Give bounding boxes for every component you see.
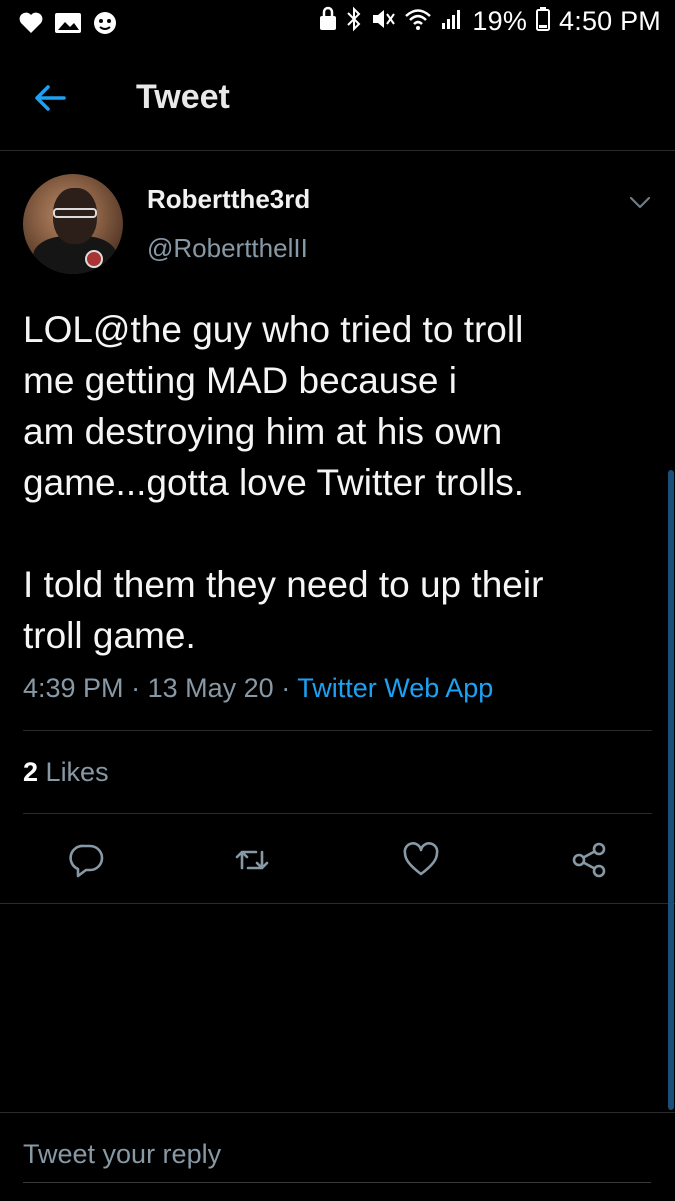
page-title: Tweet (136, 78, 230, 116)
author-display-name[interactable]: Robertthe3rd (147, 184, 310, 215)
share-icon[interactable] (569, 840, 609, 880)
reply-bar: Tweet your reply (0, 1112, 675, 1201)
tweet-source-link[interactable]: Twitter Web App (297, 673, 493, 703)
battery-icon (535, 6, 551, 37)
tweet-date: 13 May 20 (147, 673, 274, 703)
wifi-icon (404, 7, 432, 36)
status-time: 4:50 PM (559, 6, 661, 36)
meta-separator: · (281, 673, 291, 703)
likes-count[interactable]: 2 Likes (23, 757, 109, 788)
mute-icon (370, 7, 396, 36)
divider (0, 903, 675, 904)
status-left-icons (18, 10, 118, 41)
meta-separator: · (131, 673, 141, 703)
retweet-icon[interactable] (232, 840, 272, 880)
reply-icon[interactable] (67, 840, 107, 880)
battery-percent: 19% (472, 6, 528, 36)
app-header: Tweet (0, 48, 675, 151)
face-icon (92, 10, 118, 41)
likes-number: 2 (23, 757, 39, 787)
chevron-down-icon[interactable] (627, 192, 653, 212)
tweet-meta: 4:39 PM · 13 May 20 · Twitter Web App (23, 673, 493, 704)
likes-label: Likes (45, 757, 109, 787)
tweet-time: 4:39 PM (23, 673, 124, 703)
signal-icon (440, 7, 464, 36)
avatar[interactable] (23, 174, 123, 274)
status-right-icons: 19% 4:50 PM (318, 6, 661, 37)
like-icon[interactable] (401, 840, 441, 880)
divider (23, 730, 652, 731)
scrollbar[interactable] (668, 470, 674, 1110)
reply-input[interactable]: Tweet your reply (23, 1139, 651, 1183)
divider (23, 813, 652, 814)
heart-icon (18, 11, 44, 40)
back-arrow-icon[interactable] (30, 78, 74, 118)
image-icon (54, 11, 82, 40)
status-bar: 19% 4:50 PM (0, 0, 675, 48)
lock-icon (318, 6, 338, 37)
bluetooth-icon (346, 6, 362, 37)
tweet-text: LOL@the guy who tried to troll me gettin… (23, 309, 544, 656)
author-handle[interactable]: @RobertthelII (147, 233, 308, 264)
